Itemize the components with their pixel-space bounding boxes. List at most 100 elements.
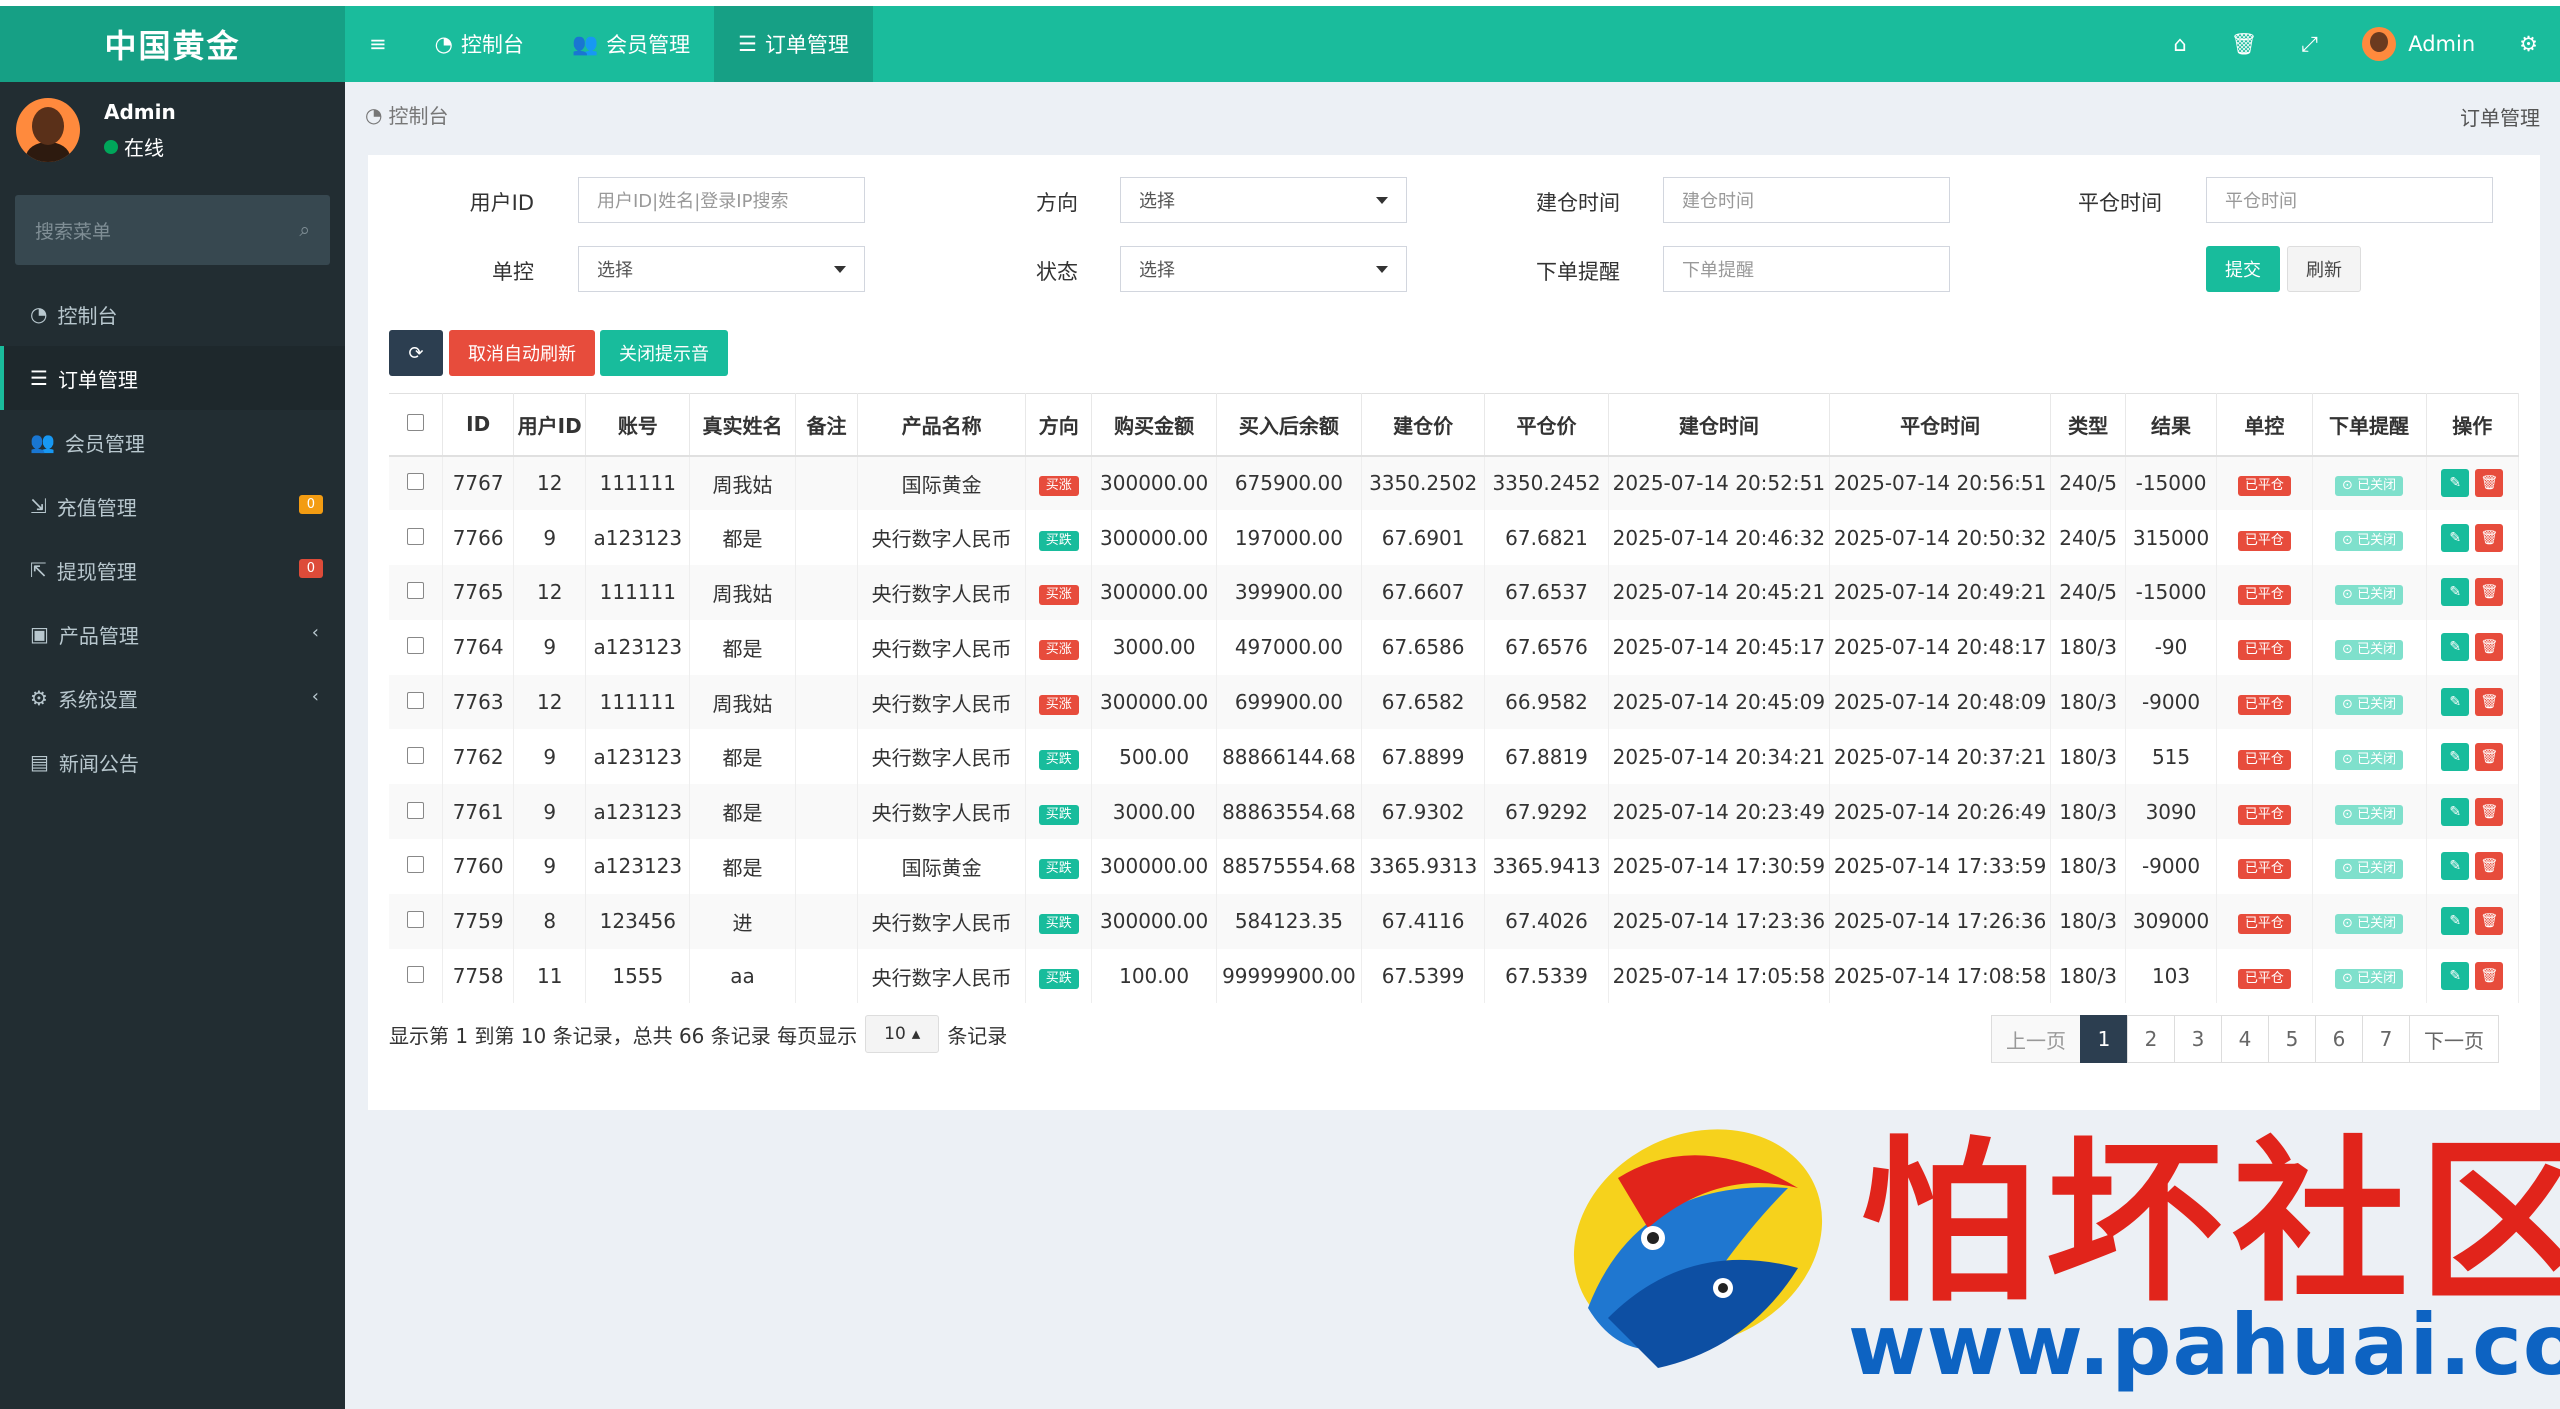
delete-button[interactable]: 🗑 xyxy=(2475,962,2504,991)
closed-position-badge[interactable]: 已平仓 xyxy=(2237,476,2291,497)
close-time-input[interactable]: 平仓时间 xyxy=(2206,177,2493,223)
row-checkbox[interactable] xyxy=(407,801,425,819)
row-checkbox[interactable] xyxy=(407,637,425,655)
row-checkbox[interactable] xyxy=(407,856,425,874)
top-nav-dashboard[interactable]: ◔ 控制台 xyxy=(411,6,548,82)
sidebar-item-withdraw[interactable]: ⇱ 提现管理 0 xyxy=(0,538,345,602)
next-page-button[interactable]: 下一页 xyxy=(2409,1015,2499,1063)
edit-button[interactable]: ✎ xyxy=(2441,469,2470,498)
alert-off-badge[interactable]: ⊙ 已关闭 xyxy=(2335,585,2404,606)
direction-select[interactable]: 选择 xyxy=(1120,177,1407,223)
table-row[interactable]: 7763 12 111111 周我姑 央行数字人民币 买涨 300000.00 699900.… xyxy=(389,674,2520,730)
alert-off-badge[interactable]: ⊙ 已关闭 xyxy=(2335,969,2404,990)
edit-button[interactable]: ✎ xyxy=(2441,962,2470,991)
delete-button[interactable]: 🗑 xyxy=(2475,523,2504,552)
select-all-checkbox[interactable] xyxy=(407,414,425,432)
table-row[interactable]: 7766 9 a123123 都是 央行数字人民币 买跌 300000.00 197000.0… xyxy=(389,510,2520,566)
delete-button[interactable]: 🗑 xyxy=(2475,469,2504,498)
closed-position-badge[interactable]: 已平仓 xyxy=(2237,749,2291,770)
closed-position-badge[interactable]: 已平仓 xyxy=(2237,585,2291,606)
column-header[interactable]: 方向 xyxy=(1025,393,1093,457)
column-header[interactable]: 购买金额 xyxy=(1091,393,1217,457)
settings-button[interactable]: ⚙ xyxy=(2497,6,2560,82)
sidebar-item-members[interactable]: 👥 会员管理 xyxy=(0,410,345,474)
alert-off-badge[interactable]: ⊙ 已关闭 xyxy=(2335,476,2404,497)
column-header[interactable]: 产品名称 xyxy=(857,393,1027,457)
top-nav-members[interactable]: 👥 会员管理 xyxy=(548,6,714,82)
alert-off-badge[interactable]: ⊙ 已关闭 xyxy=(2335,695,2404,716)
page-size-dropdown[interactable]: 10 ▴ xyxy=(865,1015,940,1053)
delete-button[interactable]: 🗑 xyxy=(2475,797,2504,826)
column-header[interactable]: 类型 xyxy=(2050,393,2126,457)
table-row[interactable]: 7767 12 111111 周我姑 国际黄金 买涨 300000.00 675900.00 3… xyxy=(389,455,2520,511)
page-button[interactable]: 1 xyxy=(2080,1015,2128,1063)
closed-position-badge[interactable]: 已平仓 xyxy=(2237,530,2291,551)
column-header[interactable]: 单控 xyxy=(2216,393,2313,457)
open-time-input[interactable]: 建仓时间 xyxy=(1663,177,1950,223)
sidebar-item-dashboard[interactable]: ◔ 控制台 xyxy=(0,282,345,346)
column-header[interactable]: 用户ID xyxy=(513,393,587,457)
edit-button[interactable]: ✎ xyxy=(2441,742,2470,771)
closed-position-badge[interactable]: 已平仓 xyxy=(2237,969,2291,990)
search-icon[interactable]: ⌕ xyxy=(299,219,310,241)
prev-page-button[interactable]: 上一页 xyxy=(1991,1015,2081,1063)
cancel-auto-refresh-button[interactable]: 取消自动刷新 xyxy=(449,330,595,376)
fullscreen-button[interactable]: ⤢ xyxy=(2279,6,2340,82)
user-menu[interactable]: Admin xyxy=(2340,6,2497,82)
clear-cache-button[interactable]: 🗑 xyxy=(2209,6,2280,82)
row-checkbox[interactable] xyxy=(407,966,425,984)
edit-button[interactable]: ✎ xyxy=(2441,797,2470,826)
page-button[interactable]: 6 xyxy=(2315,1015,2363,1063)
delete-button[interactable]: 🗑 xyxy=(2475,633,2504,662)
column-header[interactable]: 建仓时间 xyxy=(1608,393,1831,457)
row-checkbox[interactable] xyxy=(407,582,425,600)
column-header[interactable]: 下单提醒 xyxy=(2312,393,2427,457)
column-header[interactable]: 建仓价 xyxy=(1361,393,1486,457)
refresh-button[interactable]: 刷新 xyxy=(2287,246,2361,292)
column-header[interactable]: 备注 xyxy=(795,393,859,457)
table-row[interactable]: 7759 8 123456 进央行数字人民币 买跌 300000.00 584123.35 6… xyxy=(389,893,2520,949)
table-row[interactable]: 7760 9 a123123 都是 国际黄金 买跌 300000.00 88575554.68… xyxy=(389,839,2520,894)
edit-button[interactable]: ✎ xyxy=(2441,633,2470,662)
close-sound-button[interactable]: 关闭提示音 xyxy=(600,330,728,376)
order-alert-input[interactable]: 下单提醒 xyxy=(1663,246,1950,292)
closed-position-badge[interactable]: 已平仓 xyxy=(2237,695,2291,716)
alert-off-badge[interactable]: ⊙ 已关闭 xyxy=(2335,859,2404,880)
sidebar-item-news[interactable]: ▤ 新闻公告 xyxy=(0,730,345,794)
app-logo[interactable]: 中国黄金 xyxy=(0,6,345,82)
closed-position-badge[interactable]: 已平仓 xyxy=(2237,640,2291,661)
delete-button[interactable]: 🗑 xyxy=(2475,852,2504,881)
column-header[interactable]: 结果 xyxy=(2125,393,2218,457)
column-header[interactable]: 真实姓名 xyxy=(689,393,796,457)
edit-button[interactable]: ✎ xyxy=(2441,523,2470,552)
row-checkbox[interactable] xyxy=(407,527,425,545)
edit-button[interactable]: ✎ xyxy=(2441,907,2470,936)
table-row[interactable]: 7765 12 111111 周我姑 央行数字人民币 买涨 300000.00 399900.… xyxy=(389,565,2520,620)
breadcrumb-link[interactable]: 控制台 xyxy=(388,100,448,129)
edit-button[interactable]: ✎ xyxy=(2441,578,2470,607)
page-button[interactable]: 3 xyxy=(2174,1015,2222,1063)
closed-position-badge[interactable]: 已平仓 xyxy=(2237,859,2291,880)
edit-button[interactable]: ✎ xyxy=(2441,688,2470,717)
delete-button[interactable]: 🗑 xyxy=(2475,742,2504,771)
row-checkbox[interactable] xyxy=(407,692,425,710)
sidebar-item-recharge[interactable]: ⇲ 充值管理 0 xyxy=(0,474,345,538)
alert-off-badge[interactable]: ⊙ 已关闭 xyxy=(2335,914,2404,935)
delete-button[interactable]: 🗑 xyxy=(2475,578,2504,607)
state-select[interactable]: 选择 xyxy=(1120,246,1407,292)
menu-search-input[interactable]: 搜索菜单 ⌕ xyxy=(15,195,330,265)
alert-off-badge[interactable]: ⊙ 已关闭 xyxy=(2335,530,2404,551)
column-header[interactable]: 平仓时间 xyxy=(1829,393,2052,457)
delete-button[interactable]: 🗑 xyxy=(2475,907,2504,936)
column-header[interactable]: 平仓价 xyxy=(1484,393,1609,457)
delete-button[interactable]: 🗑 xyxy=(2475,688,2504,717)
closed-position-badge[interactable]: 已平仓 xyxy=(2237,914,2291,935)
sidebar-item-settings[interactable]: ⚙ 系统设置 ‹ xyxy=(0,666,345,730)
page-button[interactable]: 4 xyxy=(2221,1015,2269,1063)
column-header[interactable]: ID xyxy=(442,393,514,457)
column-header[interactable]: 账号 xyxy=(585,393,691,457)
page-button[interactable]: 2 xyxy=(2127,1015,2175,1063)
alert-off-badge[interactable]: ⊙ 已关闭 xyxy=(2335,749,2404,770)
top-nav-orders[interactable]: ☰ 订单管理 xyxy=(714,6,873,82)
row-checkbox[interactable] xyxy=(407,473,425,491)
